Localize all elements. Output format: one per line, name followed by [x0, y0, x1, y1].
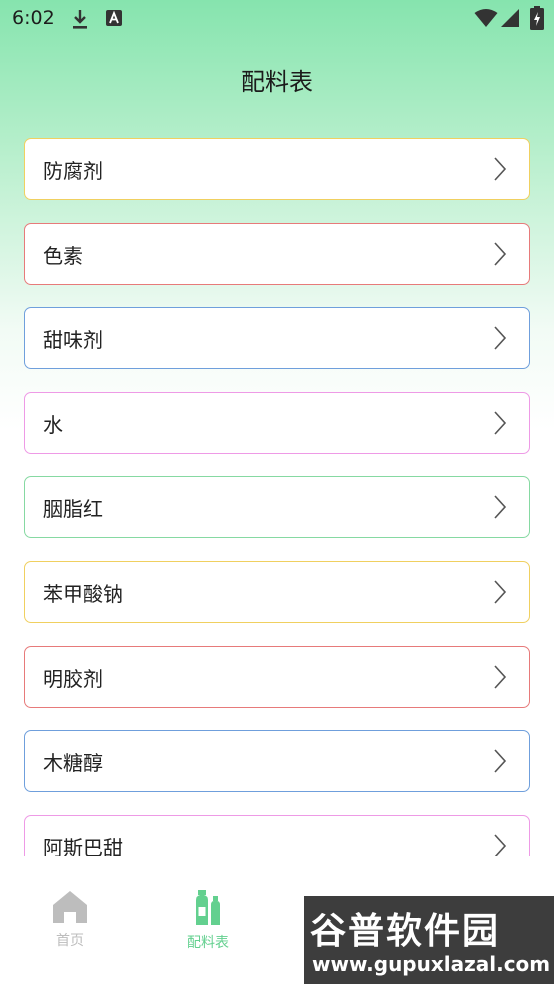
app-notification-icon	[105, 9, 123, 31]
chevron-right-icon	[493, 833, 507, 856]
chevron-right-icon	[493, 579, 507, 609]
watermark-url: www.gupuxlazal.com	[312, 952, 551, 976]
list-item-label: 明胶剂	[43, 666, 103, 691]
home-icon	[52, 891, 88, 928]
watermark-text: 谷普软件园	[310, 911, 501, 952]
list-item-label: 水	[43, 412, 63, 437]
chevron-right-icon	[493, 325, 507, 355]
list-item-label: 胭脂红	[43, 497, 103, 522]
page-title: 配料表	[241, 68, 313, 96]
list-item[interactable]: 色素	[24, 222, 530, 285]
chevron-right-icon	[493, 494, 507, 524]
chevron-right-icon	[493, 241, 507, 271]
chevron-right-icon	[493, 410, 507, 440]
status-time: 6:02	[12, 7, 55, 29]
download-icon	[70, 9, 90, 35]
ingredient-list[interactable]: 防腐剂色素甜味剂水胭脂红苯甲酸钠明胶剂木糖醇阿斯巴甜	[24, 138, 530, 856]
chevron-right-icon	[493, 156, 507, 186]
list-item[interactable]: 苯甲酸钠	[24, 560, 530, 623]
bottles-icon	[193, 890, 223, 930]
list-item-label: 木糖醇	[43, 751, 103, 776]
list-item[interactable]: 明胶剂	[24, 645, 530, 708]
list-item[interactable]: 水	[24, 391, 530, 454]
list-item[interactable]: 防腐剂	[24, 138, 530, 200]
chevron-right-icon	[493, 664, 507, 694]
list-item[interactable]: 木糖醇	[24, 730, 530, 793]
list-item-label: 防腐剂	[43, 159, 103, 183]
list-item[interactable]: 甜味剂	[24, 307, 530, 370]
battery-charging-icon	[530, 6, 544, 34]
tab-home[interactable]: 首页	[30, 890, 110, 950]
chevron-right-icon	[493, 748, 507, 778]
list-item-label: 苯甲酸钠	[43, 581, 123, 606]
tab-ingredients-label: 配料表	[187, 935, 229, 951]
list-item-label: 甜味剂	[43, 328, 103, 353]
list-item[interactable]: 阿斯巴甜	[24, 814, 530, 856]
list-item[interactable]: 胭脂红	[24, 476, 530, 539]
list-item-label: 阿斯巴甜	[43, 835, 123, 856]
status-bar: 6:02	[0, 0, 554, 40]
list-item-label: 色素	[43, 243, 83, 268]
watermark-logo: 谷普软件园 www.gupuxlazal.com	[304, 896, 554, 984]
wifi-icon	[474, 8, 498, 32]
tab-ingredients[interactable]: 配料表	[168, 890, 248, 952]
tab-home-label: 首页	[56, 933, 84, 949]
cellular-signal-icon	[500, 8, 520, 32]
